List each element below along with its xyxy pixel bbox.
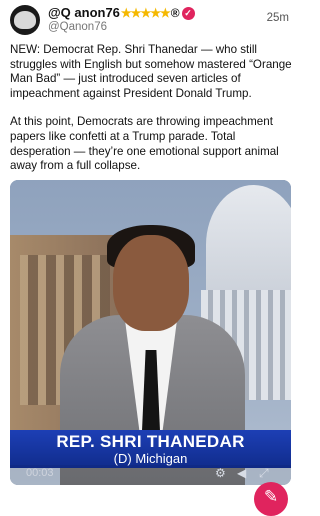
person-head [113, 235, 189, 331]
settings-icon[interactable]: ⚙ [215, 466, 226, 480]
lower-third-name: REP. SHRI THANEDAR [56, 432, 245, 451]
display-name-text[interactable]: @Q anon76 [48, 5, 120, 20]
check-badge-icon: ✓ [181, 7, 195, 20]
post-paragraph-2: At this point, Democrats are throwing im… [10, 115, 279, 173]
post-body: NEW: Democrat Rep. Shri Thanedar — who s… [10, 43, 293, 188]
display-name[interactable]: @Q anon76★★★★★® ✓ [48, 5, 195, 20]
capitol-dome-image [206, 185, 291, 305]
video-controls: 00:03 ⚙ ◀ ⤢ [10, 465, 291, 485]
volume-icon[interactable]: ◀ [237, 466, 246, 480]
lower-third-banner: REP. SHRI THANEDAR (D) Michigan [10, 430, 291, 468]
video-time: 00:03 [26, 467, 54, 479]
post-header: @Q anon76★★★★★® ✓ @Qanon76 25m [0, 0, 301, 40]
video-player[interactable]: REP. SHRI THANEDAR (D) Michigan 00:03 ⚙ … [10, 180, 291, 485]
post-paragraph-1: NEW: Democrat Rep. Shri Thanedar — who s… [10, 43, 292, 100]
compose-icon: ✎ [263, 487, 279, 506]
stars-badge: ★★★★★ [120, 6, 171, 20]
post-timestamp: 25m [266, 12, 289, 24]
lower-third-subtitle: (D) Michigan [113, 451, 188, 466]
user-handle[interactable]: @Qanon76 [48, 21, 107, 33]
registered-mark: ® [170, 6, 180, 20]
fullscreen-icon[interactable]: ⤢ [259, 466, 269, 481]
avatar[interactable] [10, 5, 40, 35]
compose-button[interactable]: ✎ [254, 482, 288, 516]
